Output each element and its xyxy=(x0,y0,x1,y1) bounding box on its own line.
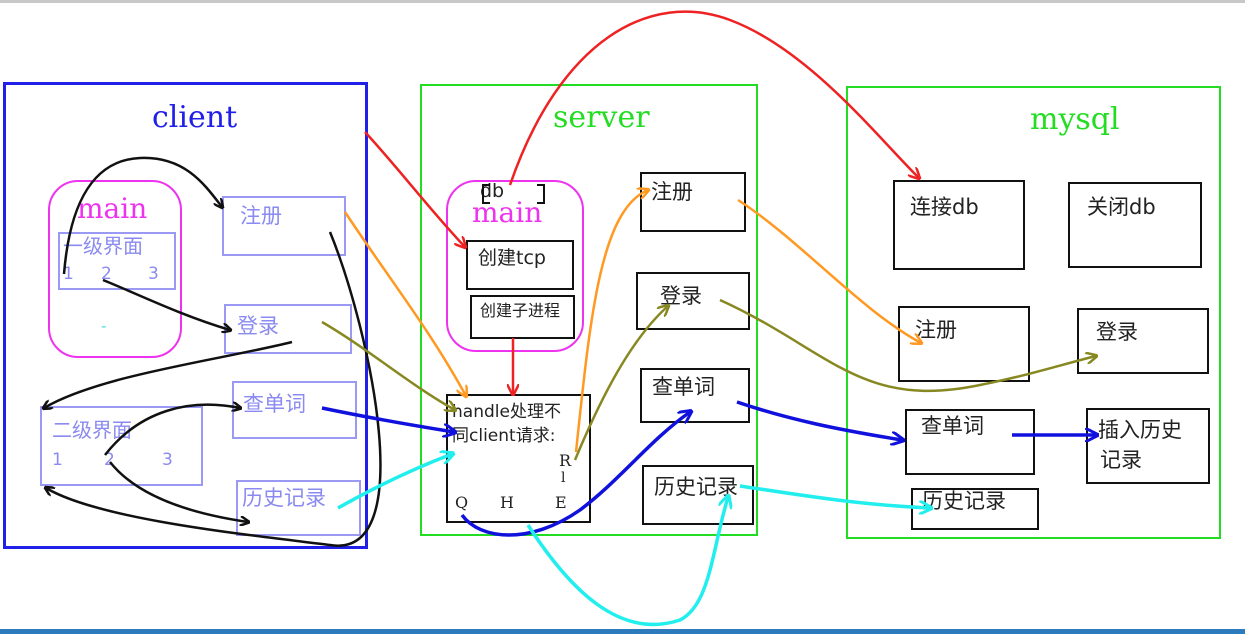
arrow-handle-to-server-register xyxy=(574,190,648,453)
arrow-handle-h-to-server-history xyxy=(526,497,728,627)
arrow-level1-to-register xyxy=(62,156,222,275)
arrow-client-history-to-handle xyxy=(337,454,452,510)
arrow-server-history-to-mysql-history xyxy=(739,484,930,508)
arrow-level2-to-query xyxy=(104,405,240,456)
arrow-layer xyxy=(0,10,1245,627)
arrow-server-query-to-mysql-query xyxy=(736,400,902,440)
arrow-login-to-level2 xyxy=(44,340,293,408)
arrow-client-login-to-handle xyxy=(321,320,455,410)
window-bottom-border xyxy=(0,629,1245,634)
arrow-client-register-to-handle xyxy=(343,211,466,396)
arrow-level2-to-history xyxy=(109,461,248,522)
arrow-client-query-to-handle xyxy=(321,406,454,432)
arrow-handle-to-server-login xyxy=(573,306,668,461)
arrow-level1-to-login xyxy=(102,278,230,330)
arrow-handle-q-to-server-query xyxy=(460,412,690,537)
arrow-server-login-to-mysql-login xyxy=(719,298,1096,393)
arrow-register-back-to-level2 xyxy=(46,231,382,547)
arrow-client-to-create-tcp xyxy=(364,131,465,247)
arrow-server-register-to-mysql-register xyxy=(737,198,921,343)
arrow-db-to-mysql-connect xyxy=(508,10,919,186)
